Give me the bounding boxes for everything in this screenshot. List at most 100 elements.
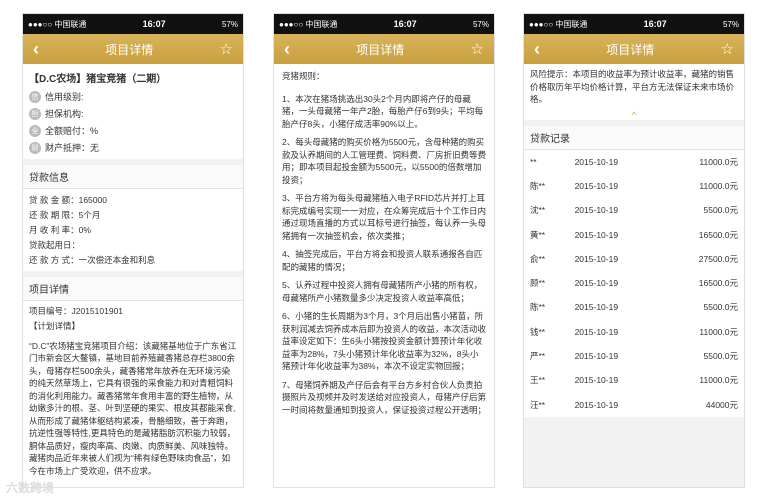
records-table: ** 2015-10-19 11000.0元 陈** 2015-10-19 11000.…: [524, 150, 744, 417]
battery-label: 57%: [221, 19, 238, 29]
battery-label: 57%: [722, 19, 739, 29]
record-amount: 16500.0元: [698, 229, 738, 240]
start-date: 贷款起用日：: [29, 239, 81, 250]
record-amount: 11000.0元: [699, 156, 738, 167]
info-row: 财财产抵押：无: [23, 139, 243, 159]
rules-title: 竞猪规则：: [282, 71, 325, 81]
rule-item: 1、本次在猪场挑选出30头2个月内即将产仔的母藏猪，一头母藏猪一年产2胎，每胎产…: [282, 93, 484, 129]
record-date: 2015-10-19: [574, 229, 619, 240]
investor-name: 汪**: [530, 399, 546, 410]
rule-item: 4、抽签完成后，平台方将会和投资人联系通报各自匹配的藏猪的情况；: [282, 249, 483, 272]
investor-name: 顾**: [530, 278, 546, 289]
table-row: 王** 2015-10-19 11000.0元: [524, 368, 744, 392]
status-bar: ●●●○○ 中国联通 16:07 57%: [524, 14, 744, 34]
record-amount: 5500.0元: [703, 351, 739, 362]
rule-item: 5、认养过程中投资人拥有母藏猪所产小猪的所有权，母藏猪所产小猪数量多少决定投资人…: [282, 280, 483, 303]
favorite-star-icon[interactable]: ☆: [220, 40, 233, 58]
record-date: 2015-10-19: [574, 375, 619, 386]
record-amount: 11000.0元: [699, 326, 738, 337]
investor-name: 沈**: [530, 205, 546, 216]
record-date: 2015-10-19: [574, 205, 619, 216]
carrier-label: ●●●○○ 中国联通: [279, 19, 338, 29]
back-icon[interactable]: ‹: [534, 39, 540, 60]
record-date: 2015-10-19: [574, 278, 619, 289]
status-bar: ●●●○○ 中国联通 16:07 57%: [274, 14, 494, 34]
project-description: “D.C”农场猪宝竞猪项目介绍：该藏猪基地位于广东省江门市新会区大鳌镇，基地目前…: [29, 340, 237, 476]
table-row: 俞** 2015-10-19 27500.0元: [524, 247, 744, 271]
info-row: 全全额赔付：%: [23, 122, 243, 139]
record-amount: 5500.0元: [703, 302, 739, 313]
investor-name: 陈**: [530, 302, 546, 313]
back-icon[interactable]: ‹: [33, 39, 39, 60]
page-title: 项目详情: [356, 42, 405, 57]
carrier-label: ●●●○○ 中国联通: [529, 19, 588, 29]
table-row: 黄** 2015-10-19 16500.0元: [524, 222, 744, 246]
info-text: 担保机构:: [45, 109, 84, 119]
record-date: 2015-10-19: [574, 253, 619, 264]
loan-info-card: 贷款信息 贷 款 金 额：165000 还 款 期 限：5个月 月 收 利 率：…: [23, 165, 243, 271]
page-title: 项目详情: [105, 42, 154, 57]
investor-name: 钱**: [530, 326, 546, 337]
record-amount: 27500.0元: [698, 253, 738, 264]
table-row: 钱** 2015-10-19 11000.0元: [524, 320, 744, 344]
clock: 16:07: [643, 19, 667, 29]
record-amount: 16500.0元: [698, 278, 738, 289]
loan-amount: 贷 款 金 额：165000: [29, 194, 107, 205]
risk-card: 风险提示：本项目的收益率为预计收益率，藏猪的销售价格取历年平均价格计算，平台方无…: [524, 64, 744, 120]
favorite-star-icon[interactable]: ☆: [721, 40, 734, 58]
section-header: 贷款记录: [524, 125, 744, 150]
phone-screen-1: ●●●○○ 中国联通 16:07 57% ‹ 项目详情 ☆ 【D.C农场】猪宝竞…: [22, 13, 244, 488]
clock: 16:07: [142, 19, 166, 29]
table-row: 严** 2015-10-19 5500.0元: [524, 344, 744, 368]
back-icon[interactable]: ‹: [284, 39, 290, 60]
rule-item: 7、母猪饲养期及产仔后会有平台方乡村合伙人负责拍摄照片及视频并及时发送给对应投资…: [282, 379, 487, 415]
project-title: 【D.C农场】猪宝竞猪（二期）: [29, 74, 167, 85]
battery-label: 57%: [472, 19, 489, 29]
rule-item: 3、平台方将为每头母藏猪植入电子RFID芯片并打上耳标完成编号实现一一对应，在众…: [282, 193, 487, 241]
phone-screen-2: ●●●○○ 中国联通 16:07 57% ‹ 项目详情 ☆ 竞猪规则： 1、本次…: [273, 13, 495, 488]
record-date: 2015-10-19: [574, 302, 619, 313]
collapse-chevron-icon[interactable]: ^: [524, 110, 744, 120]
credit-icon: 信: [29, 90, 41, 103]
status-bar: ●●●○○ 中国联通 16:07 57%: [23, 14, 243, 34]
watermark-logo: 六数跨境: [6, 481, 55, 495]
table-row: 汪** 2015-10-19 44000元: [524, 392, 744, 416]
record-amount: 44000元: [705, 399, 738, 410]
record-date: 2015-10-19: [574, 156, 619, 167]
guarantee-icon: 担: [29, 107, 41, 120]
table-row: 顾** 2015-10-19 16500.0元: [524, 271, 744, 295]
investor-name: **: [530, 156, 537, 167]
collateral-icon: 财: [29, 141, 41, 154]
record-date: 2015-10-19: [574, 326, 619, 337]
info-row: 担担保机构:: [23, 105, 243, 122]
table-row: 陈** 2015-10-19 5500.0元: [524, 295, 744, 319]
investor-name: 黄**: [530, 229, 546, 240]
record-date: 2015-10-19: [574, 399, 619, 410]
project-info-card: 【D.C农场】猪宝竞猪（二期） 信信用级别: 担担保机构: 全全额赔付：% 财财…: [23, 64, 243, 159]
project-detail-card: 项目详情 项目编号：J2015101901 【计划详情】 “D.C”农场猪宝竞猪…: [23, 277, 243, 487]
section-header: 项目详情: [23, 277, 243, 301]
risk-warning: 风险提示：本项目的收益率为预计收益率，藏猪的销售价格取历年平均价格计算，平台方无…: [524, 64, 744, 110]
favorite-star-icon[interactable]: ☆: [471, 40, 484, 58]
loan-records-card: 贷款记录 ** 2015-10-19 11000.0元 陈** 2015-10-19 1…: [524, 125, 744, 417]
monthly-rate: 月 收 利 率：0%: [29, 224, 91, 235]
info-text: 全额赔付：%: [45, 126, 99, 136]
table-row: ** 2015-10-19 11000.0元: [524, 150, 744, 174]
record-amount: 11000.0元: [699, 375, 738, 386]
section-header: 贷款信息: [23, 165, 243, 189]
rule-item: 2、每头母藏猪的购买价格为5500元，含母种猪的购买款及认养期间的人工管理费、饲…: [282, 137, 487, 185]
carrier-label: ●●●○○ 中国联通: [28, 19, 87, 29]
project-number: 项目编号：J2015101901: [29, 306, 124, 316]
plan-label: 【计划详情】: [29, 321, 81, 331]
info-text: 财产抵押：无: [45, 143, 100, 153]
nav-bar: ‹ 项目详情 ☆: [23, 34, 243, 64]
phone-screen-3: ●●●○○ 中国联通 16:07 57% ‹ 项目详情 ☆ 风险提示：本项目的收…: [523, 13, 745, 488]
table-row: 沈** 2015-10-19 5500.0元: [524, 198, 744, 222]
compensation-icon: 全: [29, 124, 41, 137]
investor-name: 王**: [530, 375, 546, 386]
nav-bar: ‹ 项目详情 ☆: [524, 34, 744, 64]
investor-name: 俞**: [530, 253, 546, 264]
investor-name: 陈**: [530, 180, 546, 191]
clock: 16:07: [393, 19, 417, 29]
record-date: 2015-10-19: [574, 351, 619, 362]
